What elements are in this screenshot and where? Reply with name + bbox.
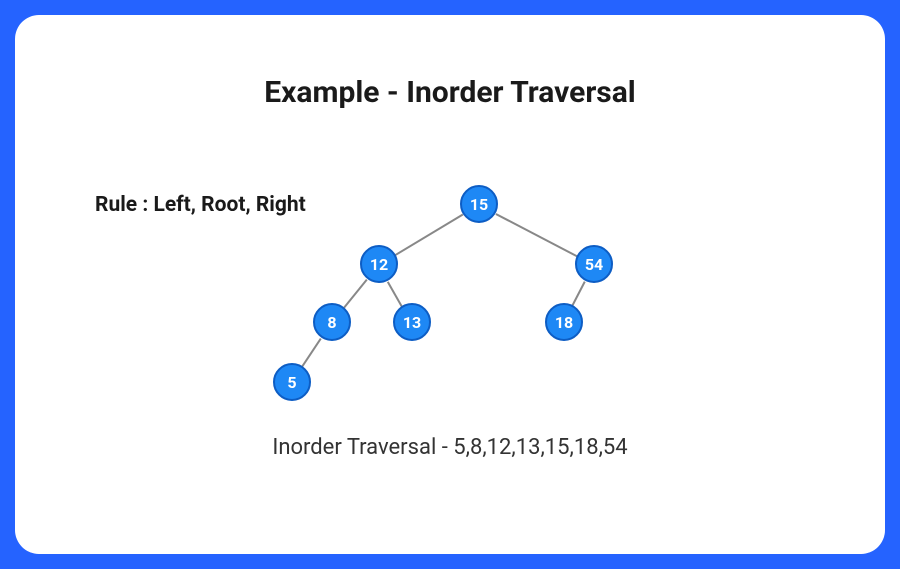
tree-edge xyxy=(343,279,367,308)
tree-edge xyxy=(495,213,577,257)
tree-edge xyxy=(395,214,463,256)
tree-node-12: 12 xyxy=(360,245,398,283)
traversal-rule: Rule : Left, Root, Right xyxy=(95,193,306,217)
traversal-result: Inorder Traversal - 5,8,12,13,15,18,54 xyxy=(15,435,885,460)
tree-node-13: 13 xyxy=(393,303,431,341)
tree-node-54: 54 xyxy=(575,245,613,283)
tree-node-5: 5 xyxy=(273,363,311,401)
tree-edge xyxy=(572,281,586,306)
diagram-card: Example - Inorder Traversal Rule : Left,… xyxy=(15,15,885,554)
diagram-title: Example - Inorder Traversal xyxy=(15,75,885,110)
tree-node-15: 15 xyxy=(460,185,498,223)
tree-edge xyxy=(302,338,322,367)
tree-node-8: 8 xyxy=(313,303,351,341)
tree-node-18: 18 xyxy=(545,303,583,341)
tree-edge xyxy=(388,281,404,307)
